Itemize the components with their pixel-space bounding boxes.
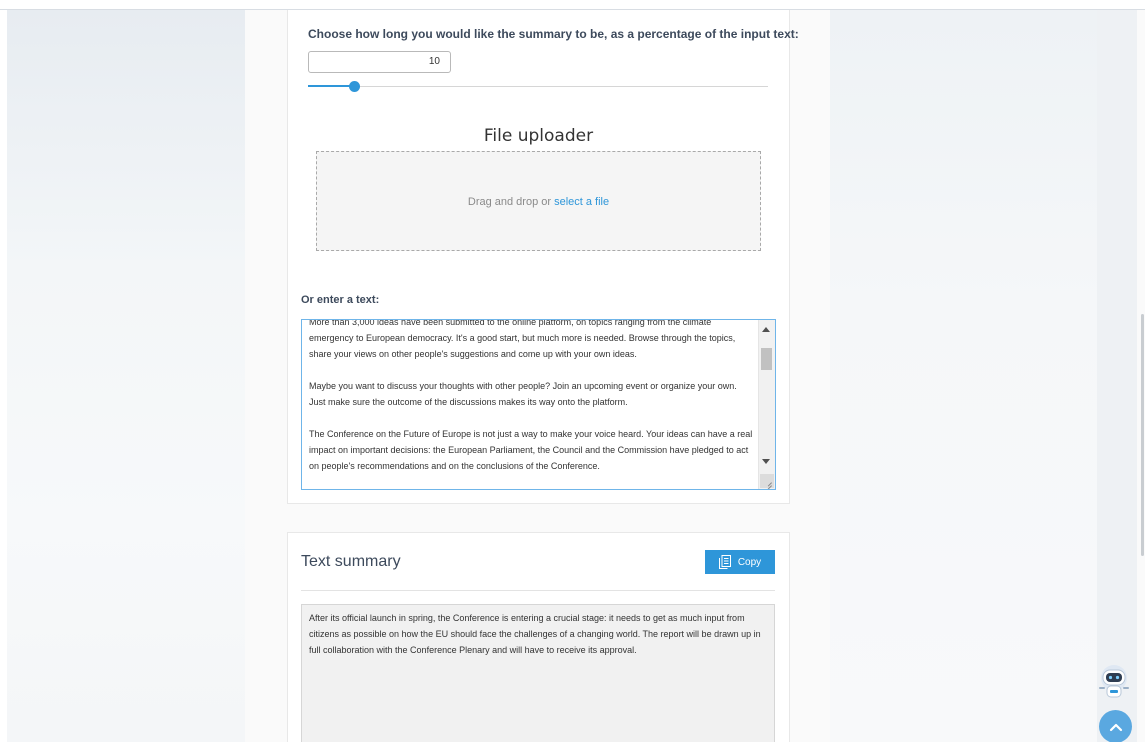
text-input-content[interactable]: More than 3,000 ideas have been submitte…	[309, 319, 755, 489]
text-input-label: Or enter a text:	[301, 294, 380, 306]
right-background	[830, 10, 1097, 742]
chatbot-robot-icon[interactable]	[1094, 663, 1134, 703]
slider-fill	[308, 85, 354, 87]
copy-button-label: Copy	[737, 556, 762, 568]
select-file-link[interactable]: select a file	[554, 196, 609, 208]
summary-length-label: Choose how long you would like the summa…	[308, 27, 799, 41]
summary-length-slider[interactable]	[308, 86, 768, 87]
scroll-up-arrow-icon[interactable]	[762, 327, 770, 332]
chevron-up-icon	[1109, 723, 1122, 731]
summary-text: After its official launch in spring, the…	[309, 613, 761, 655]
text-input-area[interactable]: More than 3,000 ideas have been submitte…	[301, 319, 776, 490]
scroll-down-arrow-icon[interactable]	[762, 459, 770, 464]
summary-length-input[interactable]: 10	[308, 51, 451, 73]
left-background	[7, 10, 245, 742]
text-paragraph: The Conference on the Future of Europe i…	[309, 429, 753, 471]
summary-divider	[301, 590, 775, 591]
file-dropzone[interactable]: Drag and drop or select a file	[316, 151, 761, 251]
dropzone-instructions: Drag and drop or	[467, 196, 555, 208]
text-paragraph: Maybe you want to discuss your thoughts …	[309, 381, 737, 407]
dropzone-text: Drag and drop or select a file	[317, 196, 760, 208]
page-scrollbar-thumb[interactable]	[1141, 314, 1144, 556]
summary-output[interactable]: After its official launch in spring, the…	[301, 604, 775, 742]
summary-title: Text summary	[301, 553, 401, 570]
textarea-scroll-thumb[interactable]	[761, 348, 772, 370]
copy-icon	[718, 555, 731, 569]
file-uploader-title: File uploader	[483, 126, 594, 146]
textarea-scrollbar[interactable]	[758, 320, 775, 489]
text-paragraph: More than 3,000 ideas have been submitte…	[309, 319, 736, 359]
back-to-top-button[interactable]	[1099, 710, 1132, 742]
resize-grip-icon[interactable]	[760, 474, 774, 488]
slider-handle[interactable]	[348, 81, 360, 92]
copy-button[interactable]: Copy	[705, 550, 775, 574]
right-edge-background	[1097, 10, 1137, 742]
